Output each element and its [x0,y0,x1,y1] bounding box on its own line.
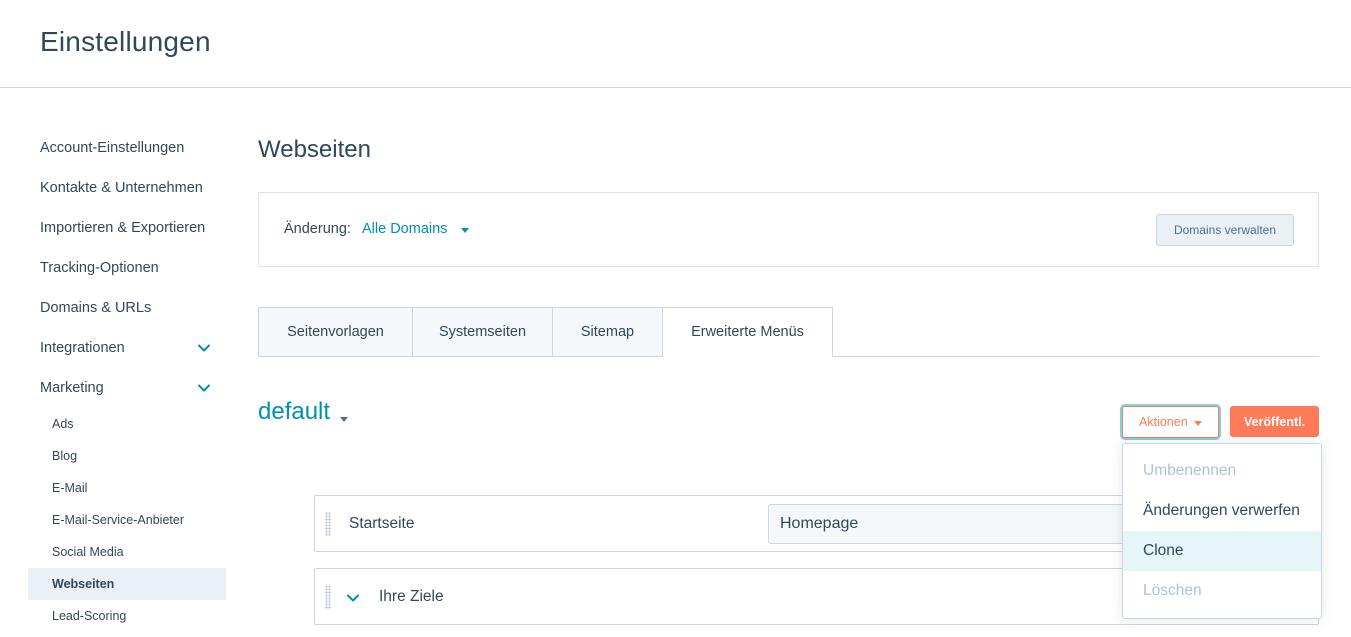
domain-select[interactable]: Alle Domains [362,221,470,237]
sidebar-item-label: Tracking-Optionen [40,260,159,276]
sidebar-item-label: Importieren & Exportieren [40,220,206,236]
sidebar-item-label: Domains & URLs [40,300,152,316]
caret-down-icon [340,416,349,422]
drag-handle-icon[interactable] [325,585,331,609]
tab-erweiterte-menus[interactable]: Erweiterte Menüs [662,307,833,357]
menu-item-discard-changes[interactable]: Änderungen verwerfen [1123,491,1321,531]
actions-button[interactable]: Aktionen [1122,406,1219,438]
manage-domains-button[interactable]: Domains verwalten [1156,214,1294,246]
menu-item-rename[interactable]: Umbenennen [1123,451,1321,491]
sidebar-item-label: Account-Einstellungen [40,140,185,156]
sidebar-subitem-blog[interactable]: Blog [28,440,226,472]
sidebar-subitem-ads[interactable]: Ads [28,408,226,440]
menu-selector[interactable]: default [258,398,349,426]
tab-sitemap[interactable]: Sitemap [552,307,663,357]
sidebar-subitem-email-service-provider[interactable]: E-Mail-Service-Anbieter [28,504,226,536]
sidebar-item-domains-urls[interactable]: Domains & URLs [28,288,226,328]
chevron-down-icon[interactable] [345,590,361,606]
domain-filter-panel: Änderung: Alle Domains Domains verwalten [258,192,1319,267]
actions-button-label: Aktionen [1139,415,1188,429]
actions-dropdown-menu: Umbenennen Änderungen verwerfen Clone Lö… [1122,443,1322,619]
top-header: Einstellungen [0,0,1351,88]
tab-systemseiten[interactable]: Systemseiten [412,307,553,357]
sidebar-subitem-lead-scoring[interactable]: Lead-Scoring [28,600,226,632]
sidebar-item-label: Kontakte & Unternehmen [40,180,203,196]
domain-select-value: Alle Domains [362,221,448,237]
caret-down-icon [461,227,470,233]
caret-down-icon [1193,420,1202,426]
menu-row-page-input[interactable]: Homepage [768,504,1168,544]
tab-seitenvorlagen[interactable]: Seitenvorlagen [258,307,413,357]
sidebar-item-integrations[interactable]: Integrationen [28,328,226,368]
sidebar-item-label: Marketing [40,380,104,396]
menu-row-label: Ihre Ziele [379,588,444,605]
settings-sidebar: Account-Einstellungen Kontakte & Unterne… [28,128,226,632]
sidebar-subitem-social-media[interactable]: Social Media [28,536,226,568]
menu-item-clone[interactable]: Clone [1123,531,1321,571]
drag-handle-icon[interactable] [325,512,331,536]
menu-item-delete[interactable]: Löschen [1123,571,1321,611]
tab-bar: Seitenvorlagen Systemseiten Sitemap Erwe… [258,307,1319,357]
sidebar-subitem-email[interactable]: E-Mail [28,472,226,504]
section-title: Webseiten [258,136,371,163]
sidebar-item-import-export[interactable]: Importieren & Exportieren [28,208,226,248]
sidebar-subitem-webseiten[interactable]: Webseiten [28,568,226,600]
publish-button[interactable]: Veröffentl. [1230,406,1319,437]
sidebar-item-marketing[interactable]: Marketing [28,368,226,408]
sidebar-item-account-settings[interactable]: Account-Einstellungen [28,128,226,168]
sidebar-item-label: Integrationen [40,340,125,356]
menu-row-label: Startseite [349,515,415,532]
domain-filter-label: Änderung: [284,221,351,237]
page-title: Einstellungen [40,26,211,57]
sidebar-item-contacts-companies[interactable]: Kontakte & Unternehmen [28,168,226,208]
chevron-down-icon [198,384,210,392]
sidebar-item-tracking-options[interactable]: Tracking-Optionen [28,248,226,288]
menu-name-label: default [258,398,331,425]
chevron-down-icon [198,344,210,352]
